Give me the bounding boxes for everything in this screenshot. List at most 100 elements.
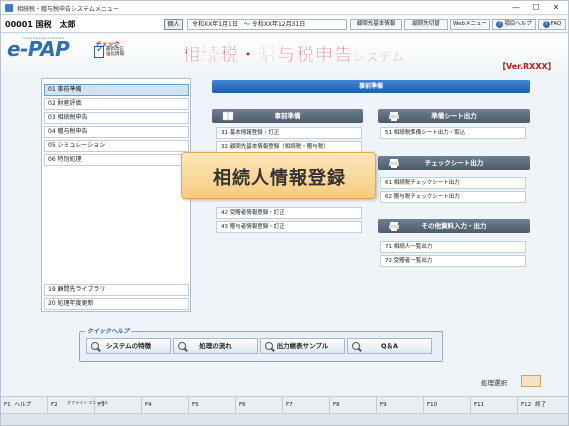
group-other-header: その他資料入力・出力	[378, 219, 530, 233]
menu-item-year-update[interactable]: 20 処理年度更新	[44, 298, 189, 310]
system-title-main: 相続税・贈与税申告	[182, 45, 353, 66]
menu-item-72[interactable]: 72 受贈者一覧出力	[380, 255, 526, 267]
printer-icon	[389, 159, 399, 168]
hover-popup-label: 相続人情報登録	[213, 168, 346, 189]
system-features-label: システムの特徴	[105, 342, 152, 350]
menu-item-51[interactable]: 51 相続税準備シート出力・取込	[380, 127, 526, 139]
menu-item-simulation[interactable]: 05 シミュレーション	[44, 140, 189, 152]
app-window: 相続税・贈与税申告システムメニュー — ☐ ✕ 00001 国税 太郎 個人 令…	[0, 0, 569, 426]
title-bar: 相続税・贈与税申告システムメニュー — ☐ ✕	[1, 1, 568, 15]
book-icon	[222, 111, 234, 121]
window-title: 相続税・贈与税申告システムメニュー	[17, 6, 119, 13]
menu-item-71[interactable]: 71 相続人一覧出力	[380, 241, 526, 253]
fkey-f5[interactable]: F5	[189, 397, 236, 414]
magnifier-icon	[91, 342, 99, 350]
top-toolbar: 00001 国税 太郎 個人 令和XX年1月1日 ～ 令和XX年12月31日 顧…	[1, 16, 568, 33]
tax-period: 令和XX年1月1日 ～ 令和XX年12月31日	[187, 19, 347, 30]
system-title: 相続税・贈与税申告システム	[182, 41, 405, 67]
epap-logo: e-PAP	[7, 37, 70, 61]
app-header: Smart Gateway Accelerator e-PAP チェック ✓ 最…	[1, 34, 568, 74]
fkey-code: F12	[521, 402, 532, 408]
fkey-f10[interactable]: F10	[424, 397, 471, 414]
fkey-f9[interactable]: F9	[377, 397, 424, 414]
fkey-code: F1	[4, 402, 11, 408]
menu-item-valuation[interactable]: 02 財産評価	[44, 98, 189, 110]
menu-item-31[interactable]: 31 基本情報登録・訂正	[216, 127, 362, 139]
fkey-f12[interactable]: F12 終了	[518, 397, 568, 414]
magnifier-icon	[265, 342, 273, 350]
status-bar	[1, 413, 568, 425]
menu-item-client-library[interactable]: 19 顧問先ライブラリ	[44, 284, 189, 296]
client-name: 00001 国税 太郎	[5, 20, 76, 29]
group-checksheet-title: チェックシート出力	[424, 159, 484, 167]
checkmark-icon: ✓	[96, 44, 105, 55]
system-features-button[interactable]: システムの特徴	[86, 338, 171, 354]
output-sample-label: 出力帳表サンプル	[276, 342, 329, 350]
hover-popup: 相続人情報登録	[181, 152, 376, 199]
menu-item-43[interactable]: 43 贈与者情報登録・訂正	[216, 221, 362, 233]
process-flow-label: 処理の流れ	[199, 342, 232, 350]
menu-item-special[interactable]: 06 特別処理	[44, 154, 189, 166]
fkey-code: F6	[239, 402, 246, 408]
magnifier-icon	[178, 342, 186, 350]
fkey-f3[interactable]: F3	[95, 397, 142, 414]
qa-button[interactable]: Q＆A	[347, 338, 432, 354]
output-sample-button[interactable]: 出力帳表サンプル	[260, 338, 345, 354]
menu-item-62[interactable]: 62 贈与税チェックシート出力	[380, 191, 526, 203]
function-key-bar: F1 ヘルプ F2 オフライン マニュアル F3 F4 F5 F6 F7 F8 F9…	[1, 396, 568, 414]
fkey-label: 終了	[535, 402, 547, 408]
group-prep-header: 事前準備	[212, 109, 363, 123]
main-menu-panel: 01 事前準備 02 財産評価 03 相続税申告 04 贈与税申告 05 シミュ…	[41, 78, 191, 312]
faq-icon: ?	[542, 21, 550, 28]
maximize-button[interactable]: ☐	[527, 2, 545, 14]
group-prep-title: 事前準備	[274, 112, 301, 120]
process-flow-button[interactable]: 処理の流れ	[173, 338, 258, 354]
item-help-button[interactable]: ? 項目ヘルプ	[492, 19, 536, 30]
fkey-code: F11	[474, 402, 485, 408]
process-select-label: 処理選択	[481, 379, 507, 387]
fkey-code: F8	[333, 402, 340, 408]
help-icon: ?	[496, 21, 504, 28]
system-title-suffix: システム	[353, 50, 405, 64]
fkey-f8[interactable]: F8	[330, 397, 377, 414]
fkey-f6[interactable]: F6	[236, 397, 283, 414]
fkey-label: ヘルプ	[14, 402, 32, 408]
fkey-code: F7	[286, 402, 293, 408]
menu-item-gift-tax[interactable]: 04 贈与税申告	[44, 126, 189, 138]
fkey-f2[interactable]: F2 オフライン マニュアル	[48, 397, 108, 414]
fkey-f11[interactable]: F11	[471, 397, 518, 414]
group-other-title: その他資料入力・出力	[421, 222, 487, 230]
menu-item-61[interactable]: 61 相続税チェックシート出力	[380, 177, 526, 189]
fkey-code: F10	[427, 402, 438, 408]
minimize-button[interactable]: —	[507, 2, 525, 14]
close-button[interactable]: ✕	[547, 2, 565, 14]
client-switch-button[interactable]: 顧問先切替	[404, 19, 448, 30]
app-icon	[5, 4, 13, 12]
qa-label: Q＆A	[380, 342, 399, 350]
menu-item-prep[interactable]: 01 事前準備	[44, 84, 189, 96]
fkey-code: F9	[380, 402, 387, 408]
menu-item-42[interactable]: 42 受贈者情報登録・訂正	[216, 207, 362, 219]
client-basic-info-button[interactable]: 顧問先基本情報	[350, 19, 402, 30]
menu-item-inheritance-tax[interactable]: 03 相続税申告	[44, 112, 189, 124]
client-type-badge: 個人	[164, 19, 183, 30]
version-label: 【Ver.RXXX】	[498, 62, 556, 71]
faq-label: FAQ	[550, 21, 562, 27]
check-badge-text: 最新改正 強化情報	[106, 47, 124, 57]
magnifier-icon	[352, 342, 360, 350]
fkey-code: F2	[51, 402, 58, 408]
fkey-f1[interactable]: F1 ヘルプ	[1, 397, 48, 414]
process-select-input[interactable]	[521, 375, 541, 387]
quick-help-label: クイックヘルプ	[85, 326, 132, 335]
fkey-code: F5	[192, 402, 199, 408]
printer-icon	[389, 222, 399, 231]
faq-button[interactable]: ? FAQ	[538, 19, 566, 30]
section-title: 事前準備	[212, 80, 530, 93]
group-sheet-header: 準備シート出力	[378, 109, 530, 123]
printer-icon	[389, 112, 399, 121]
check-badge: チェック ✓ 最新改正 強化情報	[94, 39, 124, 61]
web-menu-button[interactable]: Webメニュー	[450, 19, 490, 30]
fkey-f7[interactable]: F7	[283, 397, 330, 414]
fkey-code: F4	[145, 402, 152, 408]
fkey-f4[interactable]: F4	[142, 397, 189, 414]
